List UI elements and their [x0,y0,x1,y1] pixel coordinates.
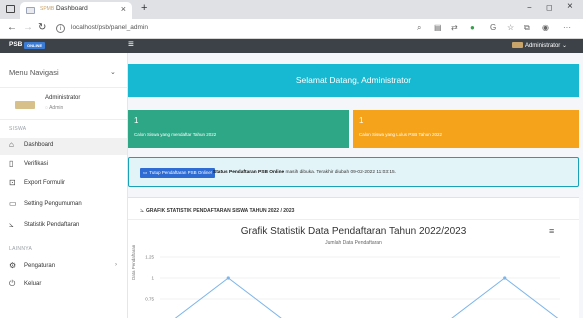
browser-tab-dashboard[interactable]: SPMB Dashboard × [20,2,132,19]
main-content: Selamat Datang, Administrator 1 Calon Si… [128,53,583,318]
notice-rest: masih dibuka. Terakhir diubah 09-02-2022… [284,170,397,175]
tab-close-icon[interactable]: × [121,4,126,14]
minimize-icon[interactable]: − [527,3,532,12]
gear-icon: ⚙ [9,261,17,270]
notice-bold: Status Pendaftaran PSB Online [213,170,285,175]
extension-icon[interactable]: ● [470,23,475,32]
sidebar-item-label: Dashboard [24,142,54,148]
welcome-text: Selamat Datang, Administrator [295,75,412,85]
chart-title: Grafik Statistik Data Pendaftaran Tahun … [240,226,467,237]
user-menu[interactable]: Administrator ⌄ [511,42,567,49]
series-point[interactable] [226,276,230,280]
series-point[interactable] [503,276,507,280]
stat-passed-label: Calon Siswa yang Lulus PSB Tahun 2022 [359,132,442,137]
online-badge: ONLINE [24,42,46,49]
chart-menu-icon[interactable]: ≡ [549,226,554,236]
app-header: PSB ONLINE ≡ Administrator ⌄ [0,39,583,53]
notice-text: Status Pendaftaran PSB Online masih dibu… [213,170,396,175]
sidebar-item-statistik-pendaftaran[interactable]: ⦣ Statistik Pendaftaran [0,218,127,235]
chart-card: ⦣ GRAFIK STATISTIK PENDAFTARAN SISWA TAHU… [128,197,579,318]
sidebar-item-label: Export Formulir [24,180,66,186]
site-info-icon[interactable]: i [56,24,65,33]
profile-icon[interactable]: ◉ [542,23,549,32]
series-line [174,277,559,318]
y-tick-label: 0.75 [145,297,154,302]
chevron-down-icon: ⌄ [561,43,567,49]
window-close-icon[interactable]: × [567,1,573,12]
power-icon: ⏻ [9,279,16,288]
sidebar-item-dashboard[interactable]: ⌂ Dashboard [0,138,127,155]
chevron-down-icon[interactable]: ⌄ [110,68,116,76]
window-menu-icon[interactable] [6,5,15,13]
browser-tab-strip: SPMB Dashboard × + − ◻ × [0,0,583,19]
sidebar-item-export-formulir[interactable]: ⊡ Export Formulir [0,176,127,193]
sidebar-divider [0,119,127,120]
chevron-right-icon: › [115,262,117,268]
chart-icon: ⦣ [9,220,14,229]
avatar [511,42,523,48]
stat-passed-value: 1 [359,116,364,125]
sidebar-item-label: Verifikasi [24,161,49,167]
profile-role: ◌ Admin [45,105,64,111]
export-icon: ⊡ [9,178,16,187]
y-tick-label: 1 [151,276,154,281]
sidebar-item-label: Keluar [24,281,42,287]
bookmark-icon[interactable]: ☆ [507,23,514,32]
reader-icon[interactable]: ▤ [434,23,442,32]
sidebar: Menu Navigasi ⌄ Administrator ◌ Admin SI… [0,53,128,318]
favicon-icon [26,7,35,14]
chart-ylabel: Data Pendaftaran [131,244,136,280]
registration-status-notice: ▭ Tutup Pendaftaran PSB Online! Status Pe… [128,157,579,187]
translate-icon[interactable]: ⇄ [451,23,458,32]
file-icon: ▯ [9,159,14,168]
address-bar[interactable]: localhost/psb/panel_admin [71,24,148,31]
chart-subtitle: Jumlah Data Pendaftaran [325,240,382,246]
sidebar-section-siswa: SISWA [9,126,27,132]
browser-menu-icon[interactable]: ··· [563,23,571,32]
forward-icon[interactable]: → [23,22,33,33]
close-registration-button[interactable]: ▭ Tutup Pendaftaran PSB Online! [140,168,216,178]
y-tick-label: 1.25 [145,255,154,260]
stat-registered-label: Calon Siswa yang mendaftar Tahun 2022 [134,132,217,137]
welcome-banner: Selamat Datang, Administrator [128,64,579,97]
tab-brand: SPMB [40,6,55,12]
user-name: Administrator [524,43,561,49]
sidebar-item-label: Statistik Pendaftaran [24,222,80,228]
profile-logo [15,101,35,109]
sidebar-section-lainnya: LAINNYA [9,246,33,252]
monitor-icon: ▭ [9,199,17,208]
brand-logo[interactable]: PSB [9,41,22,48]
refresh-extension-icon[interactable]: G [490,23,496,32]
sidebar-divider [0,87,127,88]
close-registration-label: Tutup Pendaftaran PSB Online! [149,170,213,175]
window-icon: ▭ [143,170,148,175]
browser-nav-bar: ← → ↻ i localhost/psb/panel_admin ⌕ ▤ ⇄ … [0,19,583,39]
back-icon[interactable]: ← [7,22,17,33]
reload-icon[interactable]: ↻ [38,22,46,33]
chart-plot: 1.25 1 0.75 [145,255,560,318]
sidebar-item-label: Pengaturan [24,263,56,269]
sidebar-menu-title[interactable]: Menu Navigasi [9,68,59,77]
hamburger-icon[interactable]: ≡ [128,39,134,50]
stat-registered-card: 1 Calon Siswa yang mendaftar Tahun 2022 [128,110,349,148]
tab-title: SPMB Dashboard [40,5,88,12]
sidebar-item-verifikasi[interactable]: ▯ Verifikasi [0,157,127,174]
sidebar-item-label: Setting Pengumuman [24,201,82,207]
tab-title-text: Dashboard [55,5,88,12]
search-icon[interactable]: ⌕ [417,23,421,33]
sidebar-item-keluar[interactable]: ⏻ Keluar [0,277,127,294]
sidebar-item-pengaturan[interactable]: ⚙ Pengaturan › [0,259,127,276]
new-tab-icon[interactable]: + [141,2,147,14]
collections-icon[interactable]: ⧉ [524,23,530,33]
profile-role-text: Admin [49,105,64,111]
stat-registered-value: 1 [134,116,139,125]
sidebar-item-setting-pengumuman[interactable]: ▭ Setting Pengumuman [0,197,127,214]
maximize-icon[interactable]: ◻ [546,3,553,12]
profile-name: Administrator [45,95,81,101]
stat-passed-card: 1 Calon Siswa yang Lulus PSB Tahun 2022 [353,110,579,148]
home-icon: ⌂ [9,140,14,149]
